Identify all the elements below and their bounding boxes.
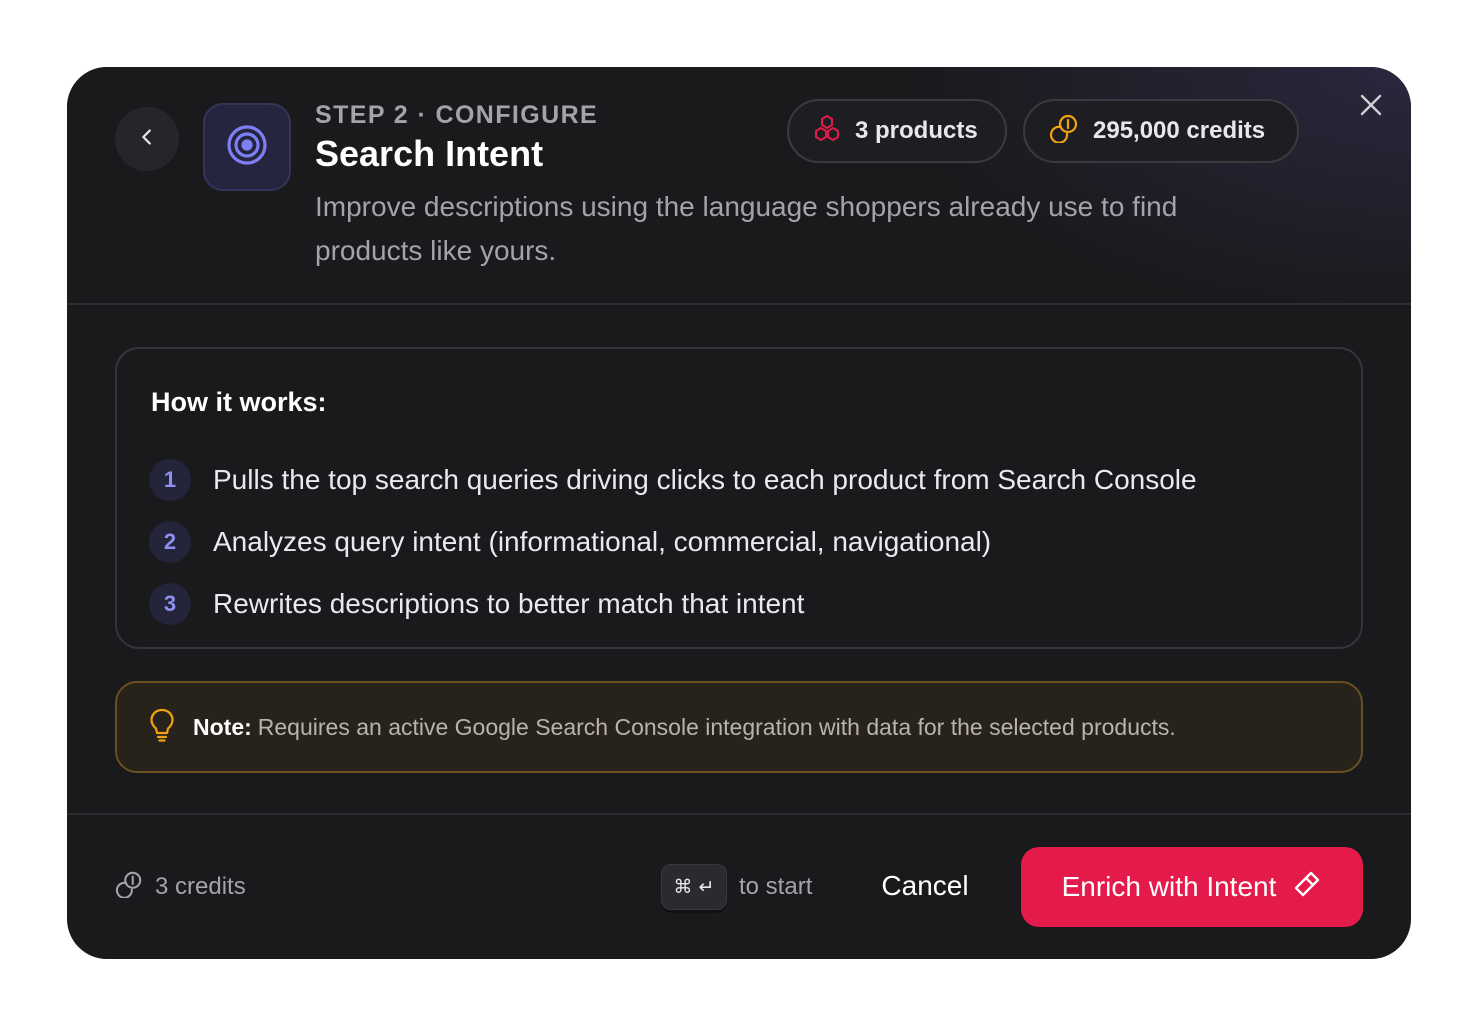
list-item: 3 Rewrites descriptions to better match … [149, 573, 1197, 635]
close-icon [1359, 93, 1383, 122]
lightbulb-icon [149, 708, 175, 747]
note-text: Note: Requires an active Google Search Co… [193, 714, 1176, 741]
footer-divider [67, 813, 1411, 815]
cubes-icon [813, 114, 841, 149]
primary-button-label: Enrich with Intent [1061, 871, 1277, 902]
enrich-with-intent-button[interactable]: Enrich with Intent [1021, 847, 1363, 927]
coins-icon [115, 870, 143, 905]
credit-cost: 3 credits [115, 867, 246, 907]
credits-pill[interactable]: 295,000 credits [1023, 99, 1299, 163]
note-label: Note: [193, 713, 252, 740]
shortcut-keys: ⌘ ↵ [661, 864, 727, 910]
cancel-button[interactable]: Cancel [847, 855, 1003, 917]
integration-note: Note: Requires an active Google Search Co… [115, 681, 1363, 773]
credit-cost-label: 3 credits [155, 873, 246, 900]
chevron-left-icon [136, 126, 158, 153]
list-item: 2 Analyzes query intent (informational, … [149, 511, 1197, 573]
step-text: Rewrites descriptions to better match th… [213, 588, 805, 619]
step-text: Pulls the top search queries driving cli… [213, 464, 1197, 495]
products-pill[interactable]: 3 products [787, 99, 1007, 163]
keyboard-shortcut: ⌘ ↵ to start [661, 863, 812, 911]
how-it-works-card: How it works: 1 Pulls the top search que… [115, 347, 1363, 649]
magic-wand-icon [1292, 869, 1322, 906]
step-text: Analyzes query intent (informational, co… [213, 526, 992, 557]
feature-icon-tile [203, 103, 291, 191]
step-number: 3 [149, 583, 191, 625]
credits-pill-label: 295,000 credits [1093, 117, 1266, 144]
coins-icon [1049, 113, 1079, 150]
modal-title: Search Intent [315, 133, 544, 174]
back-button[interactable] [115, 107, 179, 171]
step-number: 2 [149, 521, 191, 563]
close-button[interactable] [1355, 91, 1387, 123]
how-it-works-steps: 1 Pulls the top search queries driving c… [149, 449, 1197, 635]
step-number: 1 [149, 459, 191, 501]
shortcut-hint: to start [739, 873, 813, 900]
note-body: Requires an active Google Search Console… [257, 713, 1176, 740]
list-item: 1 Pulls the top search queries driving c… [149, 449, 1197, 511]
modal-description: Improve descriptions using the language … [315, 191, 1178, 266]
target-icon [225, 123, 269, 172]
step-label: STEP 2 · CONFIGURE [315, 101, 599, 129]
how-it-works-title: How it works: [151, 387, 327, 417]
modal-header: STEP 2 · CONFIGURE Search Intent Improve… [67, 67, 1411, 305]
products-pill-label: 3 products [855, 117, 978, 144]
search-intent-modal: STEP 2 · CONFIGURE Search Intent Improve… [67, 67, 1411, 959]
